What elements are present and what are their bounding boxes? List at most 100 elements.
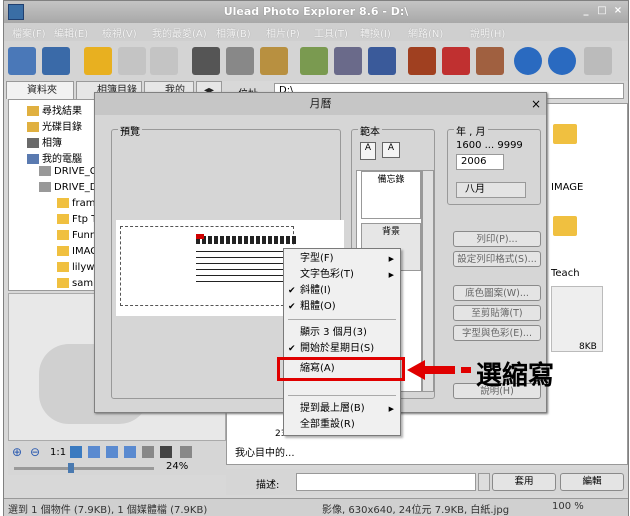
template-landscape-icon[interactable]: A (382, 142, 400, 158)
template-portrait-icon[interactable]: A (360, 142, 376, 160)
rotate-180-icon[interactable] (124, 446, 136, 458)
screen-capture-icon[interactable] (334, 47, 362, 75)
menu-item-bring-to-top[interactable]: 提到最上層(B) ▶ (284, 401, 400, 417)
calendar-header-row (196, 236, 296, 244)
status-image-info: 影像, 630x640, 24位元 7.9KB, 白紙.jpg (322, 505, 510, 516)
preview-view-icon[interactable] (42, 47, 70, 75)
minimize-icon[interactable]: _ (580, 5, 592, 17)
folder-label-teach[interactable]: Teach (551, 268, 580, 279)
back-icon[interactable] (118, 47, 146, 75)
print-button[interactable]: 列印(P)... (453, 231, 541, 247)
menu-item-reset-all[interactable]: 全部重設(R) (284, 417, 400, 433)
font-color-button[interactable]: 字型與色彩(E)... (453, 325, 541, 341)
menu-item-italic[interactable]: ✔ 斜體(I) (284, 283, 400, 299)
toolbar (4, 41, 628, 81)
calendar-icon[interactable] (368, 47, 396, 75)
menu-item-bold[interactable]: ✔ 粗體(O) (284, 299, 400, 315)
title-bar: Ulead Photo Explorer 8.6 - D:\ (4, 1, 628, 23)
dialog-close-icon[interactable]: × (531, 97, 541, 111)
actual-size-button[interactable]: 1:1 (50, 447, 66, 458)
rotate-left-icon[interactable] (514, 47, 542, 75)
background-pattern-button[interactable]: 底色圖案(W)... (453, 285, 541, 301)
copy-to-clipboard-button[interactable]: 至剪貼簿(T) (453, 305, 541, 321)
zoom-slider-thumb[interactable] (68, 463, 74, 473)
description-scroll[interactable] (478, 473, 490, 491)
info-icon[interactable] (142, 446, 154, 458)
status-selection: 選到 1 個物件 (7.9KB), 1 個媒體檔 (7.9KB) (8, 505, 208, 516)
year-range: 1600 ... 9999 (456, 140, 523, 151)
tab-folders[interactable]: 資料夾 (6, 81, 74, 99)
rotate-left-small-icon[interactable] (88, 446, 100, 458)
file-caption[interactable]: 我心目中的... (235, 444, 295, 459)
sunday-marker (196, 234, 204, 239)
menu-separator (288, 319, 396, 320)
effects-icon[interactable] (584, 47, 612, 75)
photo-icon[interactable] (160, 446, 172, 458)
menu-convert[interactable]: 轉換(I) (360, 25, 391, 40)
menu-help[interactable]: 說明(H) (470, 25, 505, 40)
tree-item-my-computer[interactable]: 我的電腦 (27, 150, 82, 165)
menu-item-start-sunday[interactable]: ✔ 開始於星期日(S) (284, 341, 400, 357)
status-zoom: 100 % (552, 501, 584, 512)
template-label: 範本 (358, 123, 382, 138)
zoom-in-icon[interactable]: ⊕ (12, 445, 22, 459)
callout-arrow-icon (407, 360, 471, 380)
dialog-title: 月曆 (309, 97, 332, 110)
zoom-toolbar: ⊕ ⊖ 1:1 24% (8, 441, 226, 475)
enhance-icon[interactable] (476, 47, 504, 75)
camera-icon[interactable] (192, 47, 220, 75)
menu-bar: 檔案(F) 編輯(E) 檢視(V) 我的最愛(A) 相簿(B) 相片(P) 工具… (4, 23, 628, 41)
tree-item-album[interactable]: 相簿 (27, 134, 62, 149)
lens-icon[interactable] (260, 47, 288, 75)
menu-item-font[interactable]: 字型(F) ▶ (284, 251, 400, 267)
photo-frame-icon[interactable] (408, 47, 436, 75)
folder-label-image[interactable]: IMAGE (551, 182, 583, 193)
zoom-slider-track[interactable] (14, 467, 154, 470)
file-size: 8KB (579, 342, 597, 352)
close-icon[interactable]: × (612, 5, 624, 17)
red-eye-icon[interactable] (442, 47, 470, 75)
tree-item-disc-catalog[interactable]: 光碟目錄 (27, 118, 82, 133)
thumbnail-view-icon[interactable] (8, 47, 36, 75)
description-bar: 描述: 套用 編輯 (226, 469, 628, 495)
menu-file[interactable]: 檔案(F) (12, 25, 46, 40)
edit-button[interactable]: 編輯 (560, 473, 624, 491)
apply-button[interactable]: 套用 (492, 473, 556, 491)
calendar-grid (196, 246, 296, 286)
menu-separator (288, 395, 396, 396)
zoom-value: 24% (166, 461, 189, 472)
folder-icon[interactable] (553, 216, 577, 236)
menu-item-show-3-months[interactable]: 顯示 3 個月(3) (284, 325, 400, 341)
menu-tools[interactable]: 工具(T) (314, 25, 348, 40)
zoom-out-icon[interactable]: ⊖ (30, 445, 40, 459)
print-setup-button[interactable]: 設定列印格式(S)... (453, 251, 541, 267)
menu-edit[interactable]: 編輯(E) (54, 25, 88, 40)
app-icon (8, 4, 24, 20)
menu-favorites[interactable]: 我的最愛(A) (152, 25, 207, 40)
folder-icon[interactable] (84, 47, 112, 75)
preview-label: 預覽 (118, 123, 142, 138)
slideshow-icon[interactable] (300, 47, 328, 75)
wireless-icon[interactable] (180, 446, 192, 458)
folder-icon[interactable] (553, 124, 577, 144)
rotate-right-icon[interactable] (548, 47, 576, 75)
year-spinner[interactable]: 2006 (456, 154, 504, 170)
forward-icon[interactable] (150, 47, 178, 75)
template-item-memo[interactable]: 備忘錄 (361, 171, 421, 219)
menu-item-text-color[interactable]: 文字色彩(T) ▶ (284, 267, 400, 283)
menu-photo[interactable]: 相片(P) (266, 25, 300, 40)
scanner-icon[interactable] (226, 47, 254, 75)
highlight-box (277, 357, 405, 381)
rotate-right-small-icon[interactable] (106, 446, 118, 458)
description-label: 描述: (256, 480, 280, 491)
dialog-title-bar: 月曆 (95, 93, 546, 115)
month-select[interactable]: 八月 (456, 182, 526, 198)
fit-icon[interactable] (70, 446, 82, 458)
tree-item-search-results[interactable]: 尋找結果 (27, 102, 82, 117)
menu-network[interactable]: 網路(N) (408, 25, 443, 40)
description-input[interactable] (296, 473, 476, 491)
maximize-icon[interactable]: □ (596, 5, 608, 17)
menu-album[interactable]: 相簿(B) (216, 25, 251, 40)
app-title: Ulead Photo Explorer 8.6 - D:\ (223, 5, 409, 18)
menu-view[interactable]: 檢視(V) (102, 25, 137, 40)
